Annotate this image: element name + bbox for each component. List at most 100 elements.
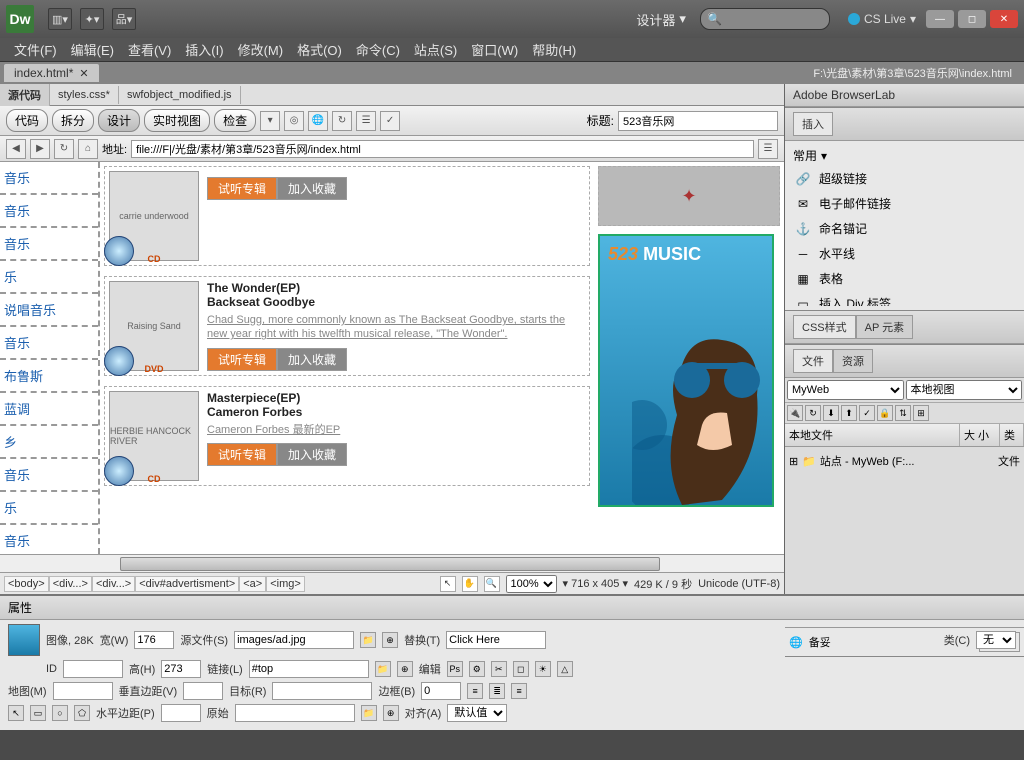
align-select[interactable]: 默认值 [447,704,507,722]
files-tree[interactable]: ⊞📁 站点 - MyWeb (F:... 文件 [785,447,1024,627]
height-input[interactable] [161,660,201,678]
sharpen-icon[interactable]: △ [557,661,573,677]
related-file-tab[interactable]: styles.css* [50,86,119,104]
insert-item[interactable]: ▭插入 Div 标签 [789,291,1020,306]
browse-link-icon[interactable]: 📁 [375,661,391,677]
related-file-tab[interactable]: 源代码 [0,84,50,106]
class-select[interactable]: 无 [976,631,1016,649]
close-tab-icon[interactable]: ✕ [79,67,88,80]
checkout-icon[interactable]: ✓ [859,405,875,421]
point-link-icon[interactable]: ⊕ [397,661,413,677]
ad-image[interactable]: 523 MUSIC [598,234,774,507]
menu-item[interactable]: 查看(V) [128,40,171,59]
globe-icon[interactable]: 🌐 [789,636,803,649]
link-input[interactable] [249,660,369,678]
tag-selector[interactable]: <img> [266,576,305,592]
minimize-button[interactable]: — [926,10,954,28]
category-link[interactable]: 布鲁斯 [0,360,98,393]
checkin-icon[interactable]: 🔒 [877,405,893,421]
insert-item[interactable]: ▦表格 [789,266,1020,291]
border-input[interactable] [421,682,461,700]
listen-button[interactable]: 试听专辑 [207,348,277,371]
connect-icon[interactable]: 🔌 [787,405,803,421]
insert-item[interactable]: ✉电子邮件链接 [789,191,1020,216]
document-tab[interactable]: index.html*✕ [4,64,99,82]
expand-icon[interactable]: ⊞ [913,405,929,421]
insert-item[interactable]: ─水平线 [789,241,1020,266]
menu-item[interactable]: 站点(S) [414,40,457,59]
site-icon[interactable]: 品▾ [112,8,136,30]
assets-tab[interactable]: 资源 [833,349,873,373]
favorite-button[interactable]: 加入收藏 [277,177,347,200]
refresh-icon[interactable]: ↻ [332,111,352,131]
zoom-select[interactable]: 100% [506,575,557,593]
pointer-hotspot-icon[interactable]: ↖ [8,705,24,721]
poly-hotspot-icon[interactable]: ⬠ [74,705,90,721]
search-input[interactable]: 🔍 [700,8,830,30]
point-orig-icon[interactable]: ⊕ [383,705,399,721]
workspace-switcher[interactable]: 设计器 ▾ [630,8,692,31]
category-link[interactable]: 说唱音乐 [0,294,98,327]
category-link[interactable]: 音乐 [0,162,98,195]
align-center-icon[interactable]: ≣ [489,683,505,699]
category-link[interactable]: 乡 [0,426,98,459]
oval-hotspot-icon[interactable]: ○ [52,705,68,721]
site-select[interactable]: MyWeb [787,380,904,400]
menu-item[interactable]: 帮助(H) [532,40,576,59]
browse-icon[interactable]: ☰ [758,139,778,159]
ap-elements-tab[interactable]: AP 元素 [856,315,914,339]
layout-icon[interactable]: ▥▾ [48,8,72,30]
tag-selector[interactable]: <div#advertisment> [135,576,239,592]
files-tab[interactable]: 文件 [793,349,833,373]
flash-placeholder[interactable]: ✦ [598,166,780,226]
menu-item[interactable]: 插入(I) [185,40,223,59]
favorite-button[interactable]: 加入收藏 [277,443,347,466]
insert-tab[interactable]: 插入 [793,112,833,136]
width-input[interactable] [134,631,174,649]
category-link[interactable]: 音乐 [0,228,98,261]
align-left-icon[interactable]: ≡ [467,683,483,699]
alt-input[interactable] [446,631,546,649]
listen-button[interactable]: 试听专辑 [207,177,277,200]
cslive-button[interactable]: CS Live ▾ [848,12,916,26]
rect-hotspot-icon[interactable]: ▭ [30,705,46,721]
live-view-button[interactable]: 实时视图 [144,109,210,132]
tag-selector[interactable]: <div...> [92,576,135,592]
nav-back-icon[interactable]: ◀ [6,139,26,159]
code-view-button[interactable]: 代码 [6,109,48,132]
preview-icon[interactable]: 🌐 [308,111,328,131]
insert-item[interactable]: 🔗超级链接 [789,166,1020,191]
menu-item[interactable]: 命令(C) [356,40,400,59]
id-input[interactable] [63,660,123,678]
tag-selector[interactable]: <div...> [49,576,92,592]
edit-ps-icon[interactable]: Ps [447,661,463,677]
nav-fwd-icon[interactable]: ▶ [30,139,50,159]
css-styles-tab[interactable]: CSS样式 [793,315,856,339]
nav-home-icon[interactable]: ⌂ [78,139,98,159]
listen-button[interactable]: 试听专辑 [207,443,277,466]
tag-selector[interactable]: <a> [239,576,266,592]
src-input[interactable] [234,631,354,649]
category-link[interactable]: 蓝调 [0,393,98,426]
category-link[interactable]: 音乐 [0,327,98,360]
title-input[interactable] [618,111,778,131]
resample-icon[interactable]: ◻ [513,661,529,677]
favorite-button[interactable]: 加入收藏 [277,348,347,371]
browse-orig-icon[interactable]: 📁 [361,705,377,721]
album-art[interactable]: HERBIE HANCOCK RIVERCD [109,391,199,481]
put-icon[interactable]: ⬆ [841,405,857,421]
view-select[interactable]: 本地视图 [906,380,1023,400]
extend-icon[interactable]: ✦▾ [80,8,104,30]
zoom-tool-icon[interactable]: 🔍 [484,576,500,592]
point-to-file-icon[interactable]: ⊕ [382,632,398,648]
nav-refresh-icon[interactable]: ↻ [54,139,74,159]
design-view-button[interactable]: 设计 [98,109,140,132]
menu-item[interactable]: 窗口(W) [471,40,518,59]
address-input[interactable] [131,140,754,158]
close-button[interactable]: ✕ [990,10,1018,28]
tag-selector[interactable]: <body> [4,576,49,592]
menu-item[interactable]: 修改(M) [238,40,284,59]
orig-input[interactable] [235,704,355,722]
hspace-input[interactable] [161,704,201,722]
horizontal-scrollbar[interactable] [0,554,784,572]
